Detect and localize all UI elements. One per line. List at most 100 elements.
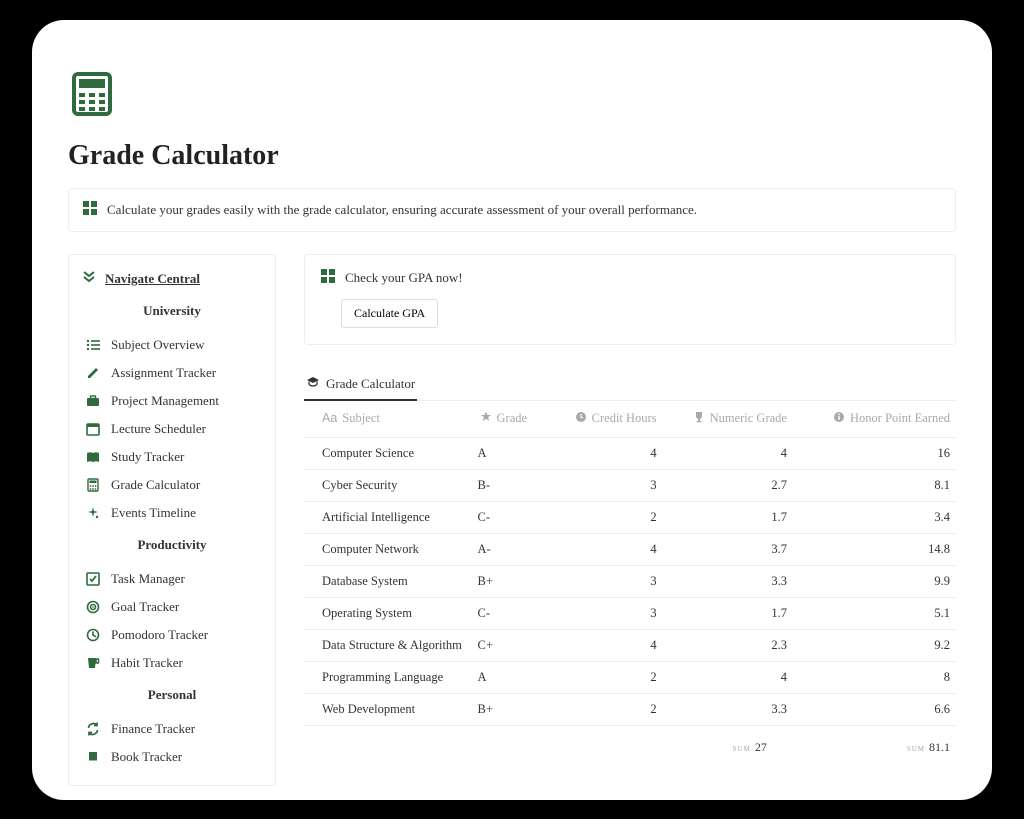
- database-tab-bar: Grade Calculator: [304, 369, 956, 401]
- page-emoji-icon: [68, 70, 956, 118]
- cell-subject: Artificial Intelligence: [304, 501, 474, 533]
- sidebar-item-grade-calculator[interactable]: Grade Calculator: [81, 471, 263, 499]
- table-row[interactable]: Computer NetworkA-43.714.8: [304, 533, 956, 565]
- sum-label-2: sum: [907, 743, 925, 754]
- sidebar-item-task-manager[interactable]: Task Manager: [81, 565, 263, 593]
- sidebar-item-finance-tracker[interactable]: Finance Tracker: [81, 715, 263, 743]
- sidebar-title[interactable]: Navigate Central: [105, 271, 200, 287]
- cell-honor-point: 9.9: [793, 565, 956, 597]
- table-row[interactable]: Computer ScienceA4416: [304, 437, 956, 469]
- nav-label: Habit Tracker: [111, 655, 183, 671]
- cell-honor-point: 16: [793, 437, 956, 469]
- nav-label: Assignment Tracker: [111, 365, 216, 381]
- collapse-chevrons-icon[interactable]: [81, 269, 97, 289]
- refresh-icon: [85, 722, 101, 736]
- cell-honor-point: 14.8: [793, 533, 956, 565]
- cell-honor-point: 9.2: [793, 629, 956, 661]
- gpa-callout: Check your GPA now! Calculate GPA: [304, 254, 956, 345]
- cell-numeric-grade: 3.3: [663, 565, 793, 597]
- text-property-icon: Aa: [322, 411, 337, 425]
- nav-label: Project Management: [111, 393, 219, 409]
- tab-label: Grade Calculator: [326, 376, 415, 392]
- table-row[interactable]: Programming LanguageA248: [304, 661, 956, 693]
- cell-numeric-grade: 1.7: [663, 597, 793, 629]
- calculate-gpa-button[interactable]: Calculate GPA: [341, 299, 438, 328]
- callout-grid-icon: [321, 269, 335, 287]
- col-grade: Grade: [497, 411, 528, 426]
- target-icon: [85, 600, 101, 614]
- sidebar-item-study-tracker[interactable]: Study Tracker: [81, 443, 263, 471]
- briefcase-icon: [85, 394, 101, 408]
- cell-subject: Programming Language: [304, 661, 474, 693]
- nav-label: Task Manager: [111, 571, 185, 587]
- sparkle-icon: [85, 506, 101, 520]
- sum-label-1: sum: [733, 743, 751, 754]
- list-icon: [85, 338, 101, 352]
- cell-credit-hours: 3: [552, 565, 663, 597]
- cell-grade: A: [474, 437, 552, 469]
- cell-grade: B+: [474, 693, 552, 725]
- sidebar-section-productivity: Productivity: [81, 537, 263, 553]
- sidebar-item-book-tracker[interactable]: Book Tracker: [81, 743, 263, 771]
- cell-credit-hours: 2: [552, 661, 663, 693]
- graduation-cap-icon: [306, 375, 320, 393]
- cell-numeric-grade: 1.7: [663, 501, 793, 533]
- cell-credit-hours: 3: [552, 469, 663, 501]
- cell-honor-point: 8: [793, 661, 956, 693]
- cell-numeric-grade: 3.3: [663, 693, 793, 725]
- table-row[interactable]: Data Structure & AlgorithmC+42.39.2: [304, 629, 956, 661]
- cell-credit-hours: 2: [552, 501, 663, 533]
- cell-subject: Computer Science: [304, 437, 474, 469]
- cell-credit-hours: 3: [552, 597, 663, 629]
- clock-icon: [575, 411, 587, 427]
- trophy-icon: [693, 411, 705, 427]
- sidebar-item-project-management[interactable]: Project Management: [81, 387, 263, 415]
- pencil-icon: [85, 366, 101, 380]
- col-subject: Subject: [342, 411, 380, 426]
- nav-label: Grade Calculator: [111, 477, 200, 493]
- cell-credit-hours: 4: [552, 533, 663, 565]
- grades-table: AaSubject Grade Credit Hours Numeric Gra…: [304, 401, 956, 726]
- cup-icon: [85, 656, 101, 670]
- cell-subject: Database System: [304, 565, 474, 597]
- open-book-icon: [85, 450, 101, 464]
- table-row[interactable]: Database SystemB+33.39.9: [304, 565, 956, 597]
- sidebar-item-lecture-scheduler[interactable]: Lecture Scheduler: [81, 415, 263, 443]
- nav-label: Book Tracker: [111, 749, 182, 765]
- calendar-icon: [85, 422, 101, 436]
- cell-honor-point: 3.4: [793, 501, 956, 533]
- calculator-icon: [85, 478, 101, 492]
- cell-credit-hours: 2: [552, 693, 663, 725]
- cell-grade: B+: [474, 565, 552, 597]
- sidebar-item-events-timeline[interactable]: Events Timeline: [81, 499, 263, 527]
- cell-subject: Computer Network: [304, 533, 474, 565]
- callout-text: Calculate your grades easily with the gr…: [107, 202, 697, 218]
- page-title: Grade Calculator: [68, 140, 956, 172]
- table-row[interactable]: Operating SystemC-31.75.1: [304, 597, 956, 629]
- cell-subject: Data Structure & Algorithm: [304, 629, 474, 661]
- sidebar-item-goal-tracker[interactable]: Goal Tracker: [81, 593, 263, 621]
- cell-credit-hours: 4: [552, 437, 663, 469]
- tab-grade-calculator[interactable]: Grade Calculator: [304, 369, 417, 401]
- sum-credit-hours: 27: [755, 740, 767, 754]
- cell-grade: C-: [474, 501, 552, 533]
- sidebar-item-pomodoro-tracker[interactable]: Pomodoro Tracker: [81, 621, 263, 649]
- cell-honor-point: 5.1: [793, 597, 956, 629]
- sidebar-item-assignment-tracker[interactable]: Assignment Tracker: [81, 359, 263, 387]
- sidebar-item-habit-tracker[interactable]: Habit Tracker: [81, 649, 263, 677]
- nav-label: Events Timeline: [111, 505, 196, 521]
- sidebar-item-subject-overview[interactable]: Subject Overview: [81, 331, 263, 359]
- sidebar-section-personal: Personal: [81, 687, 263, 703]
- gpa-prompt-text: Check your GPA now!: [345, 270, 463, 286]
- description-callout: Calculate your grades easily with the gr…: [68, 188, 956, 232]
- table-row[interactable]: Web DevelopmentB+23.36.6: [304, 693, 956, 725]
- cell-subject: Cyber Security: [304, 469, 474, 501]
- sidebar-section-university: University: [81, 303, 263, 319]
- cell-grade: A: [474, 661, 552, 693]
- col-numeric-grade: Numeric Grade: [710, 411, 787, 426]
- table-row[interactable]: Artificial IntelligenceC-21.73.4: [304, 501, 956, 533]
- sum-row: sum27 sum81.1: [304, 726, 956, 755]
- nav-label: Study Tracker: [111, 449, 184, 465]
- table-row[interactable]: Cyber SecurityB-32.78.1: [304, 469, 956, 501]
- info-icon: [833, 411, 845, 427]
